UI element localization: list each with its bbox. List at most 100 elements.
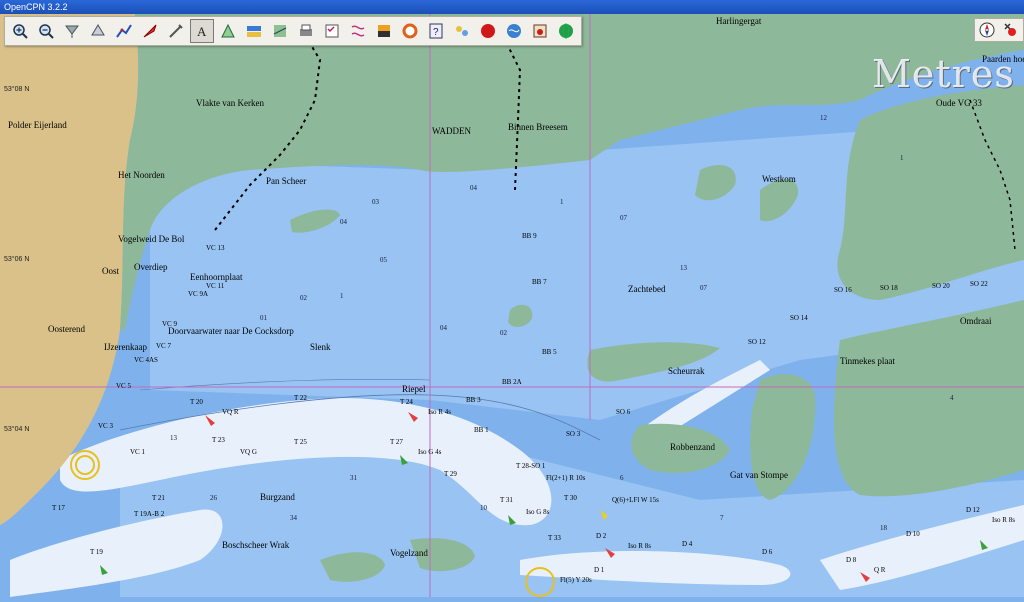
buoy-label[interactable]: T 22 <box>294 394 307 402</box>
svg-text:07: 07 <box>700 284 708 292</box>
place-label: Zachtebed <box>628 284 666 294</box>
buoy-label[interactable]: T 24 <box>400 398 413 406</box>
buoy-label[interactable]: SO 14 <box>790 314 808 322</box>
light-label: VQ G <box>240 448 257 456</box>
print-icon <box>300 24 312 36</box>
toolbar-button-record[interactable] <box>476 19 500 43</box>
buoy-label[interactable]: D 8 <box>846 556 856 564</box>
buoy-label[interactable]: T 19A-B 2 <box>134 510 164 518</box>
buoy-label[interactable]: SO 20 <box>932 282 950 290</box>
toolbar-button-world[interactable] <box>502 19 526 43</box>
place-label: Pan Scheer <box>266 176 307 186</box>
buoy-label[interactable]: T 30 <box>564 494 577 502</box>
buoy-label[interactable]: BB 3 <box>466 396 481 404</box>
buoy-label[interactable]: VC 5 <box>116 382 131 390</box>
buoy-label[interactable]: VC 9 <box>162 320 177 328</box>
buoy-label[interactable]: D 4 <box>682 540 692 548</box>
buoy-label[interactable]: D 10 <box>906 530 920 538</box>
svg-text:12: 12 <box>820 114 828 122</box>
buoy-label[interactable]: VC 11 <box>206 282 224 290</box>
gps-status-icon[interactable] <box>1002 21 1020 39</box>
place-label: Harlingergat <box>716 16 762 26</box>
chart-download-icon <box>533 24 547 38</box>
place-label: Vogelweid De Bol <box>118 234 185 244</box>
toolbar-button-globe[interactable] <box>554 19 578 43</box>
svg-text:1: 1 <box>900 154 904 162</box>
buoy-label[interactable]: BB 1 <box>474 426 489 434</box>
buoy-label[interactable]: D 1 <box>594 566 604 574</box>
buoy-label[interactable]: T 19 <box>90 548 103 556</box>
buoy-label[interactable]: VC 9A <box>188 290 208 298</box>
toolbar-button-help[interactable]: ? <box>424 19 448 43</box>
toolbar-button-route[interactable] <box>112 19 136 43</box>
place-label: Robbenzand <box>670 442 715 452</box>
place-label: Omdraai <box>960 316 992 326</box>
toolbar-button-tides[interactable] <box>450 19 474 43</box>
buoy-label[interactable]: VC 7 <box>156 342 171 350</box>
toolbar-button-mob[interactable] <box>398 19 422 43</box>
light-label: Iso G 8s <box>526 508 550 516</box>
toolbar-button-track[interactable] <box>346 19 370 43</box>
buoy-label[interactable]: T 25 <box>294 438 307 446</box>
toolbar-button-quilt[interactable] <box>242 19 266 43</box>
buoy-label[interactable]: SO 22 <box>970 280 988 288</box>
buoy-label[interactable]: T 17 <box>52 504 65 512</box>
text-icon: A <box>197 24 207 39</box>
buoy-label[interactable]: D 2 <box>596 532 606 540</box>
svg-text:04: 04 <box>440 324 448 332</box>
north-up-icon[interactable] <box>978 21 996 39</box>
buoy-label[interactable]: T 33 <box>548 534 561 542</box>
buoy-label[interactable]: T 29 <box>444 470 457 478</box>
toolbar-button-zoom-in[interactable] <box>8 19 32 43</box>
svg-text:02: 02 <box>300 294 308 302</box>
toolbar-button-chart-download[interactable] <box>528 19 552 43</box>
svg-text:03: 03 <box>372 198 380 206</box>
buoy-label[interactable]: BB 5 <box>542 348 557 356</box>
toolbar-button-chart-panel[interactable] <box>268 19 292 43</box>
buoy-label[interactable]: T 23 <box>212 436 225 444</box>
buoy-label[interactable]: T 27 <box>390 438 403 446</box>
buoy-label[interactable]: VC 1 <box>130 448 145 456</box>
toolbar-button-route-manager[interactable] <box>320 19 344 43</box>
buoy-label[interactable]: BB 9 <box>522 232 537 240</box>
buoy-label[interactable]: VC 13 <box>206 244 224 252</box>
toolbar-button-color-scheme[interactable] <box>372 19 396 43</box>
toolbar-button-auto-follow[interactable] <box>138 19 162 43</box>
buoy-label[interactable]: SO 3 <box>566 430 580 438</box>
toolbar-button-text[interactable]: A <box>190 19 214 43</box>
buoy-label[interactable]: SO 16 <box>834 286 852 294</box>
buoy-label[interactable]: BB 7 <box>532 278 547 286</box>
buoy-label[interactable]: T 20 <box>190 398 203 406</box>
track-icon <box>351 25 365 37</box>
toolbar-button-scale-out[interactable] <box>86 19 110 43</box>
auto-follow-icon <box>143 24 157 38</box>
place-label: Burgzand <box>260 492 295 502</box>
toolbar-button-print[interactable] <box>294 19 318 43</box>
depth-units-overlay: Metres <box>872 52 1015 96</box>
svg-text:18: 18 <box>880 524 888 532</box>
svg-text:01: 01 <box>260 314 268 322</box>
buoy-label[interactable]: D 12 <box>966 506 980 514</box>
toolbar-button-zoom-out[interactable] <box>34 19 58 43</box>
light-label: Fl(2+1) R 10s <box>546 474 586 482</box>
buoy-label[interactable]: T 21 <box>152 494 165 502</box>
buoy-label[interactable]: D 6 <box>762 548 772 556</box>
buoy-label[interactable]: T 31 <box>500 496 513 504</box>
buoy-label[interactable]: VC 3 <box>98 422 113 430</box>
place-label: Oude VG 33 <box>936 98 982 108</box>
buoy-label[interactable]: T 28-SO 1 <box>516 462 545 470</box>
svg-text:13: 13 <box>170 434 178 442</box>
buoy-label[interactable]: VC 4AS <box>134 356 158 364</box>
buoy-label[interactable]: SO 6 <box>616 408 630 416</box>
buoy-label[interactable]: SO 12 <box>748 338 766 346</box>
toolbar-button-settings[interactable] <box>164 19 188 43</box>
toolbar-button-ais[interactable] <box>216 19 240 43</box>
mob-icon <box>402 23 418 39</box>
mudflat-stompe <box>750 374 816 500</box>
compass-widget[interactable] <box>974 18 1024 42</box>
toolbar-button-scale-in[interactable] <box>60 19 84 43</box>
buoy-label[interactable]: BB 2A <box>502 378 522 386</box>
globe-icon <box>559 23 573 39</box>
buoy-label[interactable]: SO 18 <box>880 284 898 292</box>
place-label: Tinmekes plaat <box>840 356 895 366</box>
